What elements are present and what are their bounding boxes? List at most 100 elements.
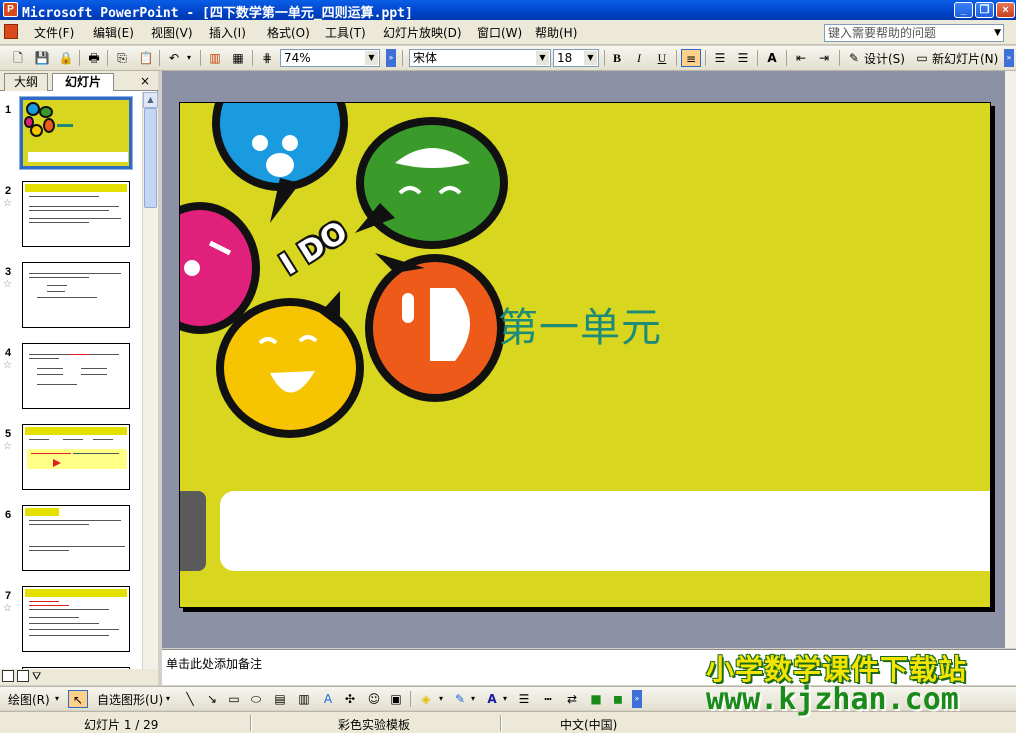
toolbar-options-icon[interactable]: » [386,49,396,67]
animation-star-icon: ☆ [3,603,12,614]
increase-font-icon[interactable]: A [762,49,782,67]
help-search-input[interactable]: 键入需要帮助的问题 ▼ [824,24,1004,42]
toolbar-options-icon[interactable]: » [632,690,642,708]
copy-icon[interactable]: ⎘ [112,49,132,67]
undo-icon[interactable]: ↶ [164,49,184,67]
print-icon[interactable]: 🖶 [84,49,104,67]
menu-slideshow[interactable]: 幻灯片放映(D) [383,24,462,41]
menu-insert[interactable]: 插入(I) [209,24,246,41]
new-slide-icon[interactable]: ▭ [912,49,932,67]
picture-icon[interactable]: ▣ [386,690,406,708]
textbox-icon[interactable]: ▤ [270,690,290,708]
slide-thumbnail-7[interactable] [22,586,130,652]
chevron-down-icon[interactable]: ▾ [163,690,173,708]
select-pointer-icon[interactable]: ↖ [68,690,88,708]
font-color-icon[interactable]: A [482,690,502,708]
arrow-icon[interactable]: ↘ [202,690,222,708]
chevron-down-icon[interactable]: ▼ [365,51,378,65]
normal-view-icon[interactable] [2,670,14,682]
new-slide-button[interactable]: 新幻灯片(N) [932,50,998,67]
minimize-button[interactable]: _ [954,2,973,18]
line-icon[interactable]: ╲ [180,690,200,708]
save-icon[interactable]: 💾 [32,49,52,67]
bullet-list-icon[interactable]: ☰ [733,49,753,67]
shadow-icon[interactable]: ■ [586,690,606,708]
line-style-icon[interactable]: ☰ [514,690,534,708]
workarea-scrollbar[interactable] [1005,71,1016,648]
tab-outline[interactable]: 大纲 [4,73,48,91]
menu-view[interactable]: 视图(V) [151,24,193,41]
new-icon[interactable]: 🗋 [8,49,28,67]
design-icon[interactable]: ✎ [844,49,864,67]
slide-thumbnail-6[interactable] [22,505,130,571]
chevron-down-icon[interactable]: ▼ [994,25,1001,41]
pane-close-icon[interactable]: × [140,74,150,88]
permission-icon[interactable]: 🔒 [56,49,76,67]
menu-tools[interactable]: 工具(T) [325,24,366,41]
scrollbar-thumb[interactable] [144,108,157,208]
increase-indent-icon[interactable]: ⇥ [814,49,834,67]
slide-thumbnail-1[interactable] [19,96,133,170]
menu-window[interactable]: 窗口(W) [477,24,522,41]
wordart-icon[interactable]: A [318,690,338,708]
subtitle-placeholder[interactable] [220,491,990,571]
slide-thumbnail-2[interactable] [22,181,130,247]
draw-menu-button[interactable]: 绘图(R) [8,691,50,708]
slide-canvas[interactable]: I DO 第一单元 [179,102,991,608]
table-icon[interactable]: ▦ [228,49,248,67]
rectangle-icon[interactable]: ▭ [224,690,244,708]
clipart-icon[interactable]: ☺ [364,690,384,708]
chevron-down-icon[interactable]: ▼ [584,51,597,65]
chart-icon[interactable]: ▥ [205,49,225,67]
paste-icon[interactable]: 📋 [136,49,156,67]
bold-button[interactable]: B [607,49,627,67]
slide-thumbnail-4[interactable] [22,343,130,409]
zoom-combo[interactable]: 74% ▼ [280,49,380,67]
menu-help[interactable]: 帮助(H) [535,24,577,41]
diagram-icon[interactable]: ✣ [340,690,360,708]
chevron-down-icon[interactable]: ▾ [52,690,62,708]
title-bar: P Microsoft PowerPoint - [四下数学第一单元_四则运算.… [0,0,1016,21]
font-size-combo[interactable]: 18 ▼ [553,49,599,67]
scroll-up-icon[interactable]: ▲ [143,92,158,108]
vertical-textbox-icon[interactable]: ▥ [294,690,314,708]
oval-icon[interactable]: ⬭ [246,690,266,708]
close-button[interactable]: × [996,2,1015,18]
menu-edit[interactable]: 编辑(E) [93,24,134,41]
chevron-down-icon[interactable]: ▼ [536,51,549,65]
menu-file[interactable]: 文件(F) [34,24,74,41]
fill-color-icon[interactable]: ◈ [416,690,436,708]
zoom-value: 74% [284,51,311,65]
thumbnails-scrollbar[interactable]: ▲ [142,92,158,669]
restore-button[interactable]: ❐ [975,2,994,18]
underline-button[interactable]: U [652,49,672,67]
line-color-icon[interactable]: ✎ [450,690,470,708]
slide-thumbnail-3[interactable] [22,262,130,328]
tab-slides[interactable]: 幻灯片 [52,73,114,91]
decrease-indent-icon[interactable]: ⇤ [791,49,811,67]
3d-icon[interactable]: ◼ [608,690,628,708]
chevron-down-icon[interactable]: ▾ [468,690,478,708]
arrow-style-icon[interactable]: ⇄ [562,690,582,708]
chevron-down-icon[interactable]: ▾ [500,690,510,708]
chevron-down-icon[interactable]: ▾ [436,690,446,708]
undo-dropdown-icon[interactable]: ▾ [184,49,194,67]
grid-icon[interactable]: ⋕ [257,49,277,67]
slide-sorter-icon[interactable] [17,670,29,682]
slide-title[interactable]: 第一单元 [498,295,662,353]
italic-button[interactable]: I [629,49,649,67]
autoshapes-button[interactable]: 自选图形(U) [97,691,163,708]
toolbar-options-icon[interactable]: » [1004,49,1014,67]
dash-style-icon[interactable]: ┅ [538,690,558,708]
powerpoint-app-icon[interactable]: P [3,2,18,17]
slide-thumbnail-5[interactable] [22,424,130,490]
numbered-list-icon[interactable]: ☰ [710,49,730,67]
design-button[interactable]: 设计(S) [864,50,905,67]
align-left-icon[interactable]: ≡ [681,49,701,67]
slideshow-icon[interactable]: ⛛ [32,670,41,684]
toolbar-separator [786,50,787,66]
document-icon[interactable] [4,24,18,39]
menu-format[interactable]: 格式(O) [267,24,310,41]
font-combo[interactable]: 宋体 ▼ [409,49,551,67]
slide-number: 4 [5,347,12,359]
